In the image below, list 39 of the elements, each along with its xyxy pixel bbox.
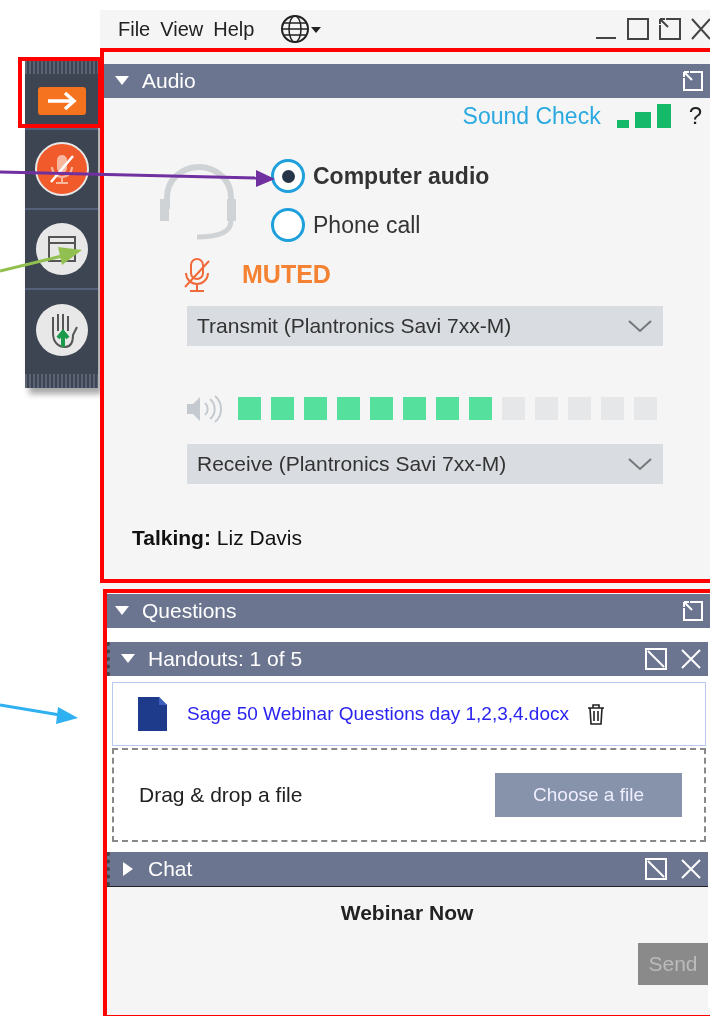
word-document-icon (135, 695, 169, 733)
hand-icon (34, 303, 89, 357)
file-item[interactable]: Sage 50 Webinar Questions day 1,2,3,4.docx (112, 682, 706, 746)
muted-microphone-icon (34, 142, 89, 196)
mic-status: MUTED (242, 259, 331, 290)
help-mark[interactable]: ? (688, 98, 702, 134)
language-button[interactable] (280, 14, 323, 44)
webinar-name: Webinar Now (339, 900, 475, 926)
radio-button[interactable] (271, 159, 305, 194)
undock-icon[interactable] (644, 647, 668, 671)
maximize-icon[interactable] (626, 17, 650, 41)
panel-title: Chat (148, 856, 194, 883)
speaker-icon (184, 393, 224, 424)
talking-status: Talking: Liz Davis (132, 524, 303, 551)
radio-button[interactable] (271, 207, 305, 242)
signal-bars-icon (616, 104, 673, 128)
panel-title: Handouts: 1 of 5 (148, 646, 304, 673)
window-icon (34, 222, 89, 276)
trash-icon[interactable] (587, 703, 605, 725)
menu-item[interactable]: Help (213, 14, 255, 44)
restore-icon[interactable] (658, 17, 682, 41)
popout-icon[interactable] (682, 600, 704, 622)
menu-item[interactable]: File (118, 14, 151, 44)
chevron-down-icon (627, 317, 653, 334)
device-dropdown[interactable]: Transmit (Plantronics Savi 7xx-M) (187, 305, 663, 346)
drop-zone[interactable]: Drag & drop a file Choose a file (112, 748, 706, 842)
panel-title: Questions (142, 598, 238, 625)
undock-icon[interactable] (644, 857, 668, 881)
panel-title: Audio (142, 68, 197, 95)
menu-item[interactable]: View (160, 14, 204, 44)
globe-icon (280, 14, 311, 44)
grip-handle[interactable] (25, 374, 98, 388)
device-dropdown[interactable]: Receive (Plantronics Savi 7xx-M) (187, 443, 663, 484)
popout-icon[interactable] (682, 70, 704, 92)
radio-label: Computer audio (313, 162, 490, 191)
file-link[interactable]: Sage 50 Webinar Questions day 1,2,3,4.docx (187, 699, 569, 729)
radio-label: Phone call (313, 210, 421, 240)
chevron-down-icon (627, 455, 653, 472)
close-icon[interactable] (690, 17, 710, 41)
